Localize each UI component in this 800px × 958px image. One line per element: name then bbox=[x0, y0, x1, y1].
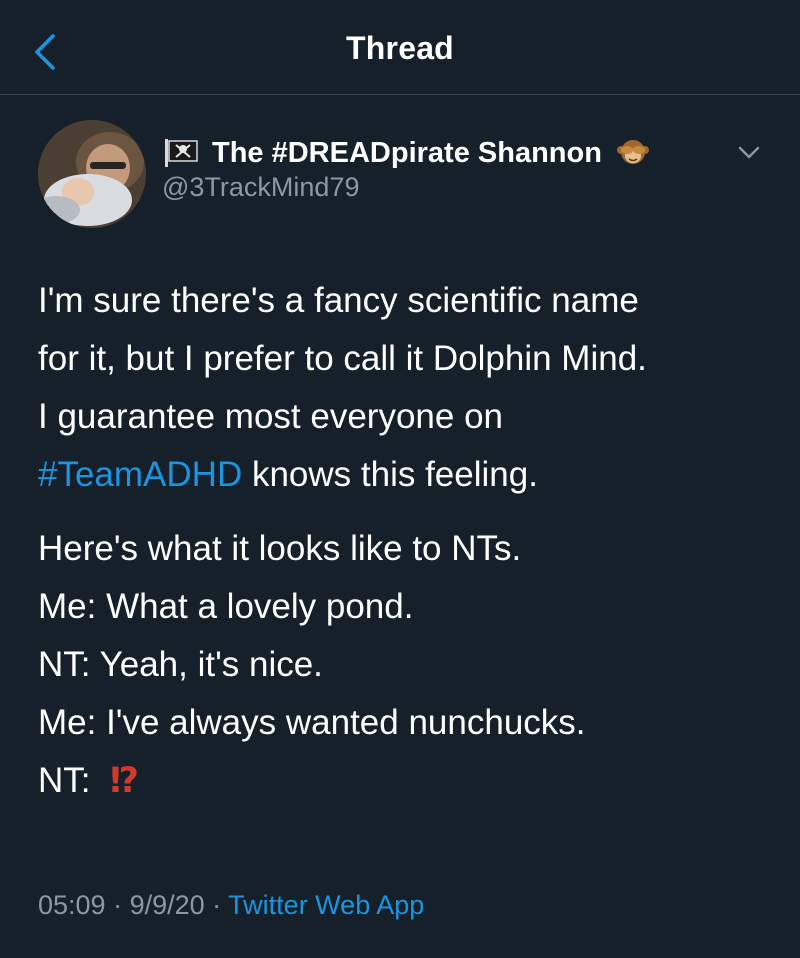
tweet-thread-screen: Thread The #DREADpirate Shannon @3TrackM… bbox=[0, 0, 800, 958]
tweet-date: 9/9/20 bbox=[129, 890, 205, 920]
avatar[interactable] bbox=[38, 120, 146, 228]
interrobang-emoji: ⁉ bbox=[109, 761, 139, 800]
see-no-evil-monkey-icon bbox=[616, 136, 650, 170]
tweet-line: NT: ⁉ bbox=[38, 752, 778, 810]
tweet-source-link[interactable]: Twitter Web App bbox=[228, 890, 424, 920]
tweet-line: Here's what it looks like to NTs. bbox=[38, 529, 522, 568]
nav-title: Thread bbox=[346, 30, 454, 66]
top-nav-bar: Thread bbox=[0, 0, 800, 95]
author-name-row[interactable]: The #DREADpirate Shannon bbox=[162, 133, 650, 173]
tweet-line-text: knows this feeling. bbox=[242, 455, 538, 494]
chevron-down-icon bbox=[738, 146, 760, 159]
tweet-line-text: NT: bbox=[38, 761, 101, 800]
tweet-paragraph-2: Here's what it looks like to NTs. Me: Wh… bbox=[38, 520, 778, 810]
author-handle[interactable]: @3TrackMind79 bbox=[162, 172, 359, 203]
hashtag-link[interactable]: #TeamADHD bbox=[38, 455, 242, 494]
tweet-line: Me: I've always wanted nunchucks. bbox=[38, 703, 586, 742]
meta-separator: · bbox=[204, 890, 229, 920]
tweet-line: #TeamADHD knows this feeling. bbox=[38, 446, 778, 504]
tweet-line: for it, but I prefer to call it Dolphin … bbox=[38, 339, 647, 378]
meta-separator: · bbox=[105, 890, 130, 920]
tweet-line: Me: What a lovely pond. bbox=[38, 587, 414, 626]
author-display-name: The #DREADpirate Shannon bbox=[212, 136, 602, 169]
tweet-line: I guarantee most everyone on bbox=[38, 397, 504, 436]
tweet-line: I'm sure there's a fancy scientific name bbox=[38, 281, 639, 320]
pirate-flag-icon bbox=[162, 137, 202, 169]
tweet-meta: 05:09 · 9/9/20 · Twitter Web App bbox=[38, 890, 424, 921]
tweet-time: 05:09 bbox=[38, 890, 106, 920]
tweet-body: I'm sure there's a fancy scientific name… bbox=[38, 272, 778, 810]
avatar-photo bbox=[38, 120, 146, 228]
more-options-button[interactable] bbox=[735, 138, 763, 166]
tweet-paragraph-1: I'm sure there's a fancy scientific name… bbox=[38, 272, 778, 504]
tweet-line: NT: Yeah, it's nice. bbox=[38, 645, 323, 684]
